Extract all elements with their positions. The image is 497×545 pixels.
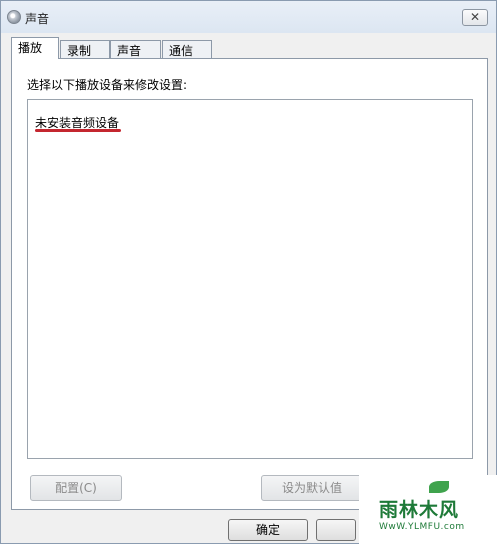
watermark-logo: 雨林木风 WwW.YLMFU.com [359,475,497,545]
tab-sounds[interactable]: 声音 [110,40,161,58]
tab-communications[interactable]: 通信 [162,40,212,58]
tab-playback[interactable]: 播放 [11,37,59,59]
playback-panel: 选择以下播放设备来修改设置: 未安装音频设备 配置(C) 设为默认值 [11,58,488,510]
sound-dialog: 声音 ✕ 播放 录制 声音 通信 选择以下播放设备来修改设置: 未安装音频设备 … [0,0,497,545]
leaf-icon [429,481,449,493]
configure-button[interactable]: 配置(C) [30,475,122,501]
window-title: 声音 [25,12,50,26]
title-bar[interactable]: 声音 ✕ [1,1,496,33]
tab-recording[interactable]: 录制 [60,40,110,58]
playback-device-list[interactable]: 未安装音频设备 [27,99,473,459]
close-button[interactable]: ✕ [462,9,488,26]
watermark-brand: 雨林木风 [379,499,460,521]
ok-button[interactable]: 确定 [228,519,308,541]
annotation-underline [35,129,121,132]
speaker-icon [7,10,21,24]
cancel-button[interactable] [316,519,356,541]
instruction-text: 选择以下播放设备来修改设置: [27,78,188,92]
watermark-url: WwW.YLMFU.com [379,522,465,532]
set-default-button[interactable]: 设为默认值 [261,475,363,501]
